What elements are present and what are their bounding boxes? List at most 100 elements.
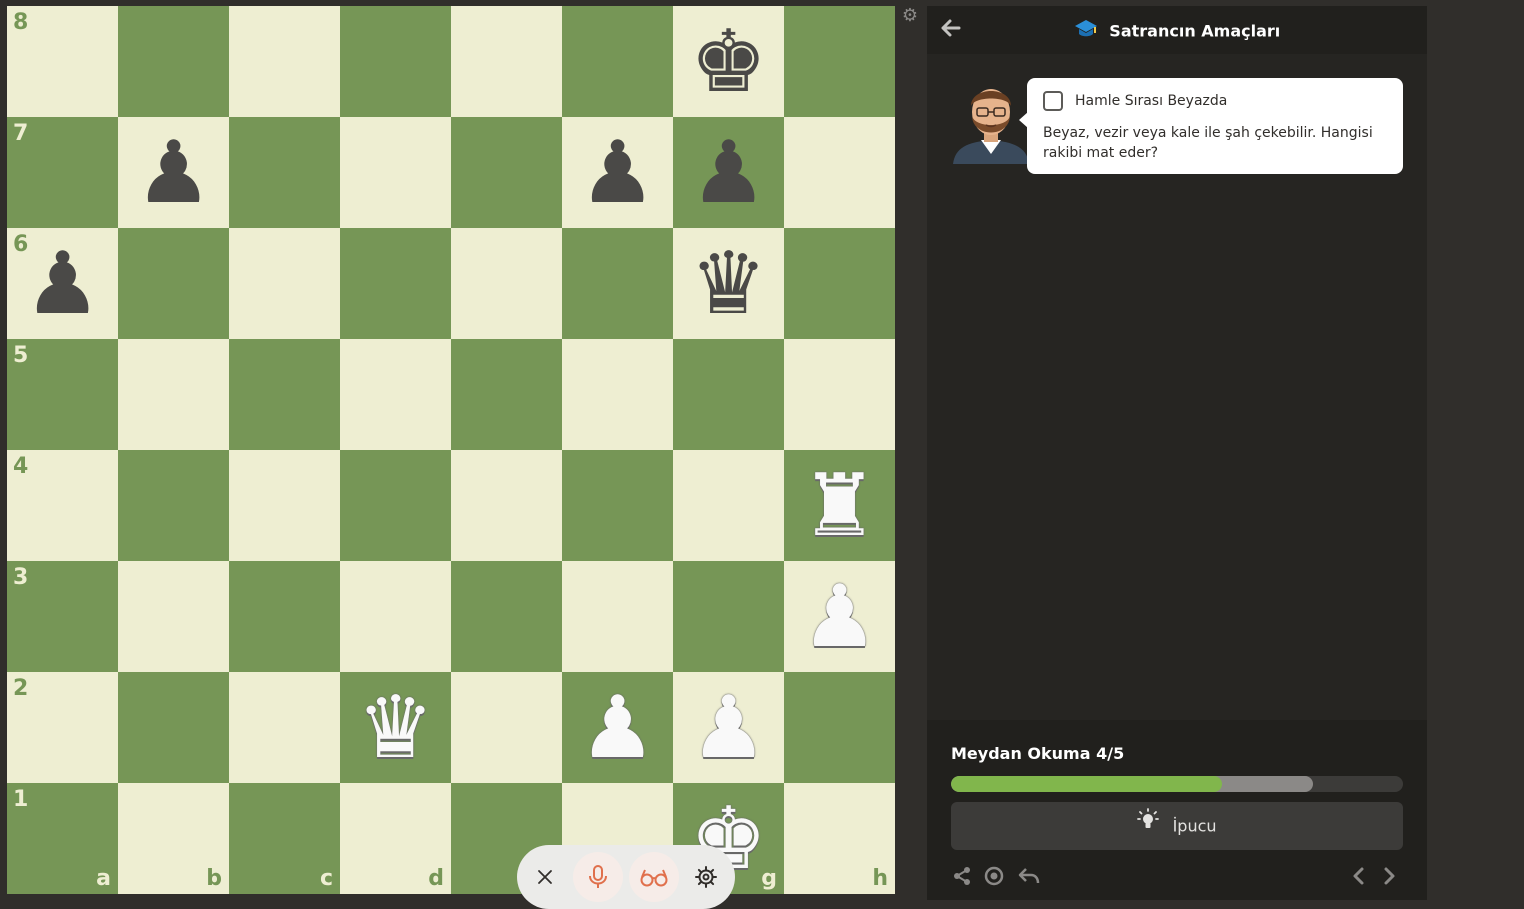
square-a6[interactable]: 6 ♟ [7,228,118,339]
black-pawn-piece[interactable]: ♟ [562,117,673,228]
square-h6[interactable] [784,228,895,339]
square-f4[interactable] [562,450,673,561]
undo-icon[interactable] [1018,866,1040,888]
square-f7[interactable]: ♟ [562,117,673,228]
square-e5[interactable] [451,339,562,450]
square-c6[interactable] [229,228,340,339]
square-a2[interactable]: 2 [7,672,118,783]
square-b4[interactable] [118,450,229,561]
hint-button[interactable]: İpucu [951,802,1403,850]
task-checkbox[interactable] [1043,91,1063,111]
white-pawn-piece[interactable]: ♟ [673,672,784,783]
black-queen-piece[interactable]: ♛ [673,228,784,339]
square-f6[interactable] [562,228,673,339]
square-g8[interactable]: ♚ [673,6,784,117]
square-d4[interactable] [340,450,451,561]
square-h8[interactable] [784,6,895,117]
lesson-panel: Satrancın Amaçları Hamle Sırası Beyazda … [927,6,1427,900]
challenge-progress-label: Meydan Okuma 4/5 [951,744,1125,763]
rank-label: 3 [13,565,29,590]
share-icon[interactable] [951,866,973,888]
square-h3[interactable]: ♟ [784,561,895,672]
black-pawn-piece[interactable]: ♟ [7,228,118,339]
square-c8[interactable] [229,6,340,117]
square-e4[interactable] [451,450,562,561]
square-e8[interactable] [451,6,562,117]
white-pawn-piece[interactable]: ♟ [562,672,673,783]
board-settings-gear-icon[interactable]: ⚙ [901,7,919,25]
glasses-icon[interactable] [629,852,679,902]
white-queen-piece[interactable]: ♛ [340,672,451,783]
square-e3[interactable] [451,561,562,672]
panel-header: Satrancın Amaçları [927,6,1427,54]
square-h4[interactable]: ♜ [784,450,895,561]
file-label: b [206,866,222,891]
square-h7[interactable] [784,117,895,228]
square-f3[interactable] [562,561,673,672]
graduation-cap-icon [1074,18,1098,44]
black-pawn-piece[interactable]: ♟ [118,117,229,228]
rank-label: 7 [13,121,29,146]
square-g6[interactable]: ♛ [673,228,784,339]
progress-fill [951,776,1222,792]
square-e7[interactable] [451,117,562,228]
square-b7[interactable]: ♟ [118,117,229,228]
square-f8[interactable] [562,6,673,117]
chevron-left-icon[interactable] [1347,866,1369,888]
square-c4[interactable] [229,450,340,561]
microphone-icon[interactable] [573,852,623,902]
black-king-piece[interactable]: ♚ [673,6,784,117]
square-c3[interactable] [229,561,340,672]
square-b1[interactable]: b [118,783,229,894]
square-a7[interactable]: 7 [7,117,118,228]
square-b6[interactable] [118,228,229,339]
square-h2[interactable] [784,672,895,783]
square-a3[interactable]: 3 [7,561,118,672]
square-c2[interactable] [229,672,340,783]
square-c5[interactable] [229,339,340,450]
square-d2[interactable]: ♛ [340,672,451,783]
square-b3[interactable] [118,561,229,672]
close-icon[interactable] [520,852,570,902]
square-c7[interactable] [229,117,340,228]
square-f2[interactable]: ♟ [562,672,673,783]
square-e6[interactable] [451,228,562,339]
gear-icon[interactable] [681,852,731,902]
square-g5[interactable] [673,339,784,450]
square-h5[interactable] [784,339,895,450]
square-h1[interactable]: h [784,783,895,894]
square-e2[interactable] [451,672,562,783]
square-g3[interactable] [673,561,784,672]
square-g2[interactable]: ♟ [673,672,784,783]
rank-label: 8 [13,10,29,35]
square-a4[interactable]: 4 [7,450,118,561]
square-c1[interactable]: c [229,783,340,894]
square-b5[interactable] [118,339,229,450]
white-rook-piece[interactable]: ♜ [784,450,895,561]
square-g4[interactable] [673,450,784,561]
square-b8[interactable] [118,6,229,117]
square-a5[interactable]: 5 [7,339,118,450]
square-d5[interactable] [340,339,451,450]
square-f5[interactable] [562,339,673,450]
square-d8[interactable] [340,6,451,117]
square-d6[interactable] [340,228,451,339]
square-b2[interactable] [118,672,229,783]
square-a1[interactable]: 1a [7,783,118,894]
black-pawn-piece[interactable]: ♟ [673,117,784,228]
rank-label: 4 [13,454,29,479]
chess-board[interactable]: 8♚7♟♟♟6♟♛54♜3♟2♛♟♟1abcdefg♚h [7,6,895,894]
lightbulb-icon [1137,803,1160,851]
square-a8[interactable]: 8 [7,6,118,117]
square-d3[interactable] [340,561,451,672]
square-d7[interactable] [340,117,451,228]
target-icon[interactable] [983,866,1005,888]
bubble-tail [1019,112,1028,128]
rank-label: 1 [13,787,29,812]
square-g7[interactable]: ♟ [673,117,784,228]
hint-label: İpucu [1172,816,1217,836]
white-pawn-piece[interactable]: ♟ [784,561,895,672]
chevron-right-icon[interactable] [1379,866,1401,888]
file-label: c [319,866,333,891]
square-d1[interactable]: d [340,783,451,894]
